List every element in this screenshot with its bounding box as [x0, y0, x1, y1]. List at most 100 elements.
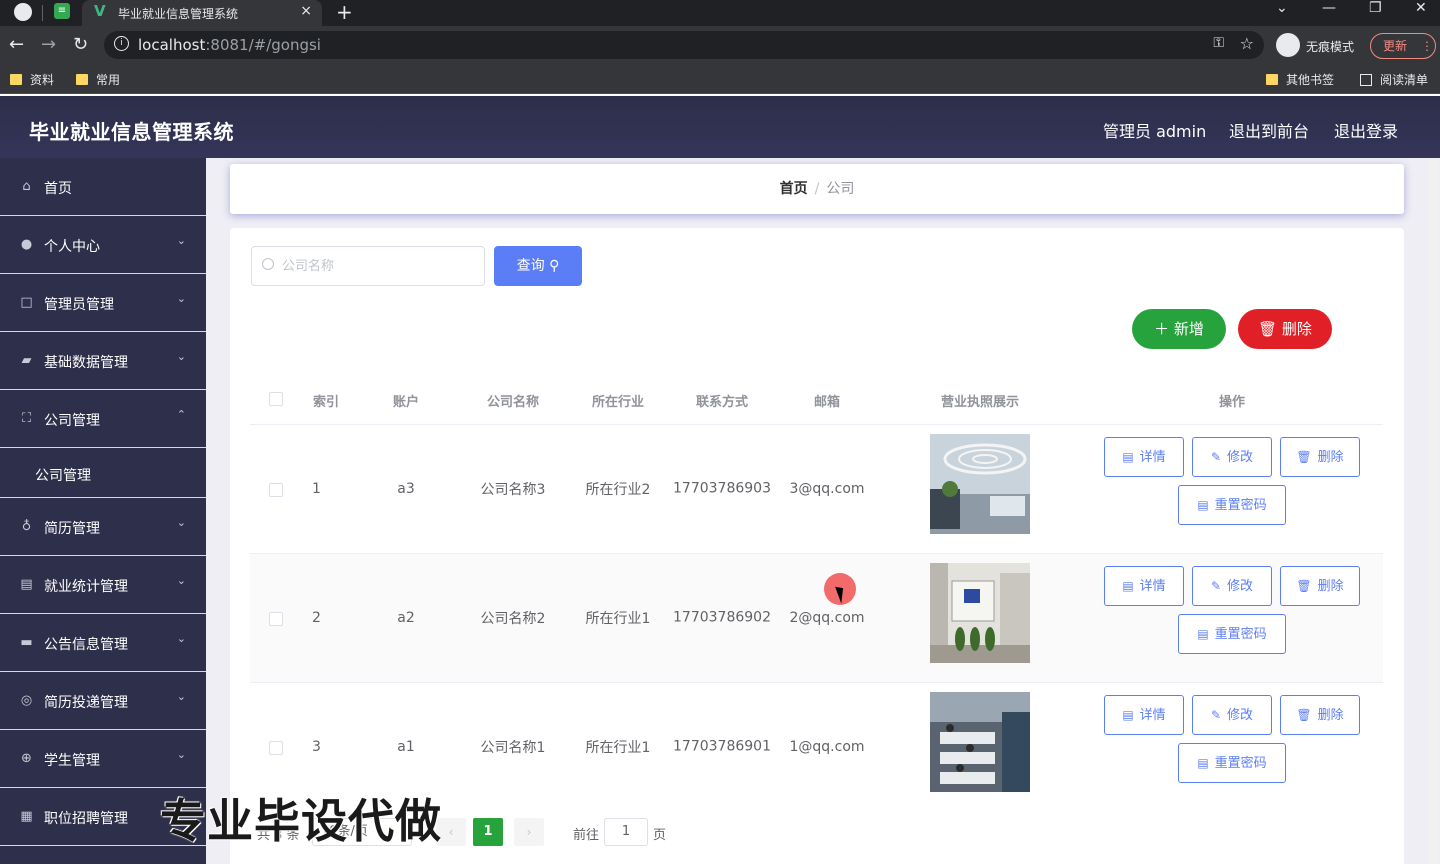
- sidebar-item-label: 简历投递管理: [44, 695, 128, 711]
- detail-button[interactable]: ▤ 详情: [1104, 566, 1184, 606]
- tab-search-icon[interactable]: ⌄: [1276, 0, 1288, 16]
- content-panel: 查询 ⚲ ＋ 新增 🗑 删除 索引 账户 公司名称 所在行业 联系方式 邮箱 营…: [230, 228, 1404, 868]
- back-to-front-link[interactable]: 退出到前台: [1229, 118, 1309, 142]
- site-info-icon[interactable]: i: [114, 36, 129, 51]
- edit-button[interactable]: ✎ 修改: [1192, 566, 1272, 606]
- breadcrumb-home[interactable]: 首页: [780, 181, 808, 197]
- column-header-email: 邮箱: [813, 395, 841, 410]
- tab-title: 毕业就业信息管理系统: [118, 7, 239, 21]
- license-image[interactable]: [930, 563, 1030, 663]
- page-number-current[interactable]: 1: [473, 818, 503, 846]
- column-header-license: 营业执照展示: [940, 395, 1020, 410]
- browser-menu-icon[interactable]: [14, 3, 32, 21]
- update-button[interactable]: 更新 ⋮: [1370, 33, 1436, 59]
- page-unit-label: 页: [653, 828, 667, 843]
- forward-icon[interactable]: →: [41, 34, 56, 55]
- cell-account: a3: [397, 481, 415, 497]
- add-button[interactable]: ＋ 新增: [1132, 309, 1226, 349]
- url-text: localhost:8081/#/gongsi: [138, 36, 321, 54]
- row-checkbox[interactable]: [269, 741, 283, 755]
- delete-label: 删除: [1317, 579, 1344, 594]
- reload-icon[interactable]: ↻: [73, 34, 88, 55]
- cell-company-name: 公司名称1: [480, 740, 546, 756]
- bookmark-star-icon[interactable]: ☆: [1240, 34, 1254, 53]
- chevron-down-icon: ⌄: [176, 748, 186, 761]
- delete-label: 删除: [1317, 708, 1344, 723]
- restore-icon[interactable]: ❐: [1369, 0, 1382, 16]
- sidebar-item-label: 基础数据管理: [44, 355, 128, 371]
- cell-index: 3: [312, 739, 321, 755]
- reset-password-button[interactable]: ▤ 重置密码: [1178, 485, 1286, 525]
- document-icon: ▤: [1122, 450, 1134, 464]
- browser-tab-active[interactable]: V 毕业就业信息管理系统 ×: [82, 0, 322, 26]
- goto-page-input[interactable]: 1: [604, 818, 648, 846]
- cell-email: 2@qq.com: [789, 610, 865, 626]
- sidebar-item-label: 个人中心: [44, 239, 100, 255]
- sidebar-item-resume-delivery[interactable]: ◎ 简历投递管理 ⌄: [0, 672, 206, 730]
- address-bar[interactable]: i localhost:8081/#/gongsi ⚿ ☆: [104, 31, 1264, 59]
- sidebar-item-resume[interactable]: ♁ 简历管理 ⌄: [0, 498, 206, 556]
- sidebar-item-announcements[interactable]: ▬ 公告信息管理 ⌄: [0, 614, 206, 672]
- select-all-checkbox[interactable]: [269, 392, 283, 406]
- sidebar-item-profile[interactable]: ● 个人中心 ⌄: [0, 216, 206, 274]
- detail-button[interactable]: ▤ 详情: [1104, 695, 1184, 735]
- column-header-industry: 所在行业: [591, 395, 645, 410]
- row-checkbox[interactable]: [269, 612, 283, 626]
- other-bookmarks[interactable]: 其他书签: [1266, 71, 1334, 88]
- app-tab-icon[interactable]: ≡: [54, 3, 70, 19]
- cell-phone: 17703786902: [673, 609, 771, 626]
- column-header-account: 账户: [392, 395, 420, 410]
- sidebar-item-home[interactable]: ⌂ 首页: [0, 158, 206, 216]
- chevron-down-icon: ⌄: [176, 350, 186, 363]
- tab-close-icon[interactable]: ×: [300, 3, 312, 19]
- document-icon: ▤: [20, 577, 33, 592]
- page-scrollbar[interactable]: [1428, 160, 1438, 864]
- goto-label: 前往: [573, 828, 600, 843]
- edit-button[interactable]: ✎ 修改: [1192, 695, 1272, 735]
- delete-button[interactable]: 🗑 删除: [1280, 566, 1360, 606]
- reset-password-button[interactable]: ▤ 重置密码: [1178, 614, 1286, 654]
- bookmark-folder-ziliao[interactable]: 资料: [10, 71, 54, 88]
- sidebar-item-admins[interactable]: □ 管理员管理 ⌄: [0, 274, 206, 332]
- folder-icon: [1266, 74, 1278, 85]
- next-page-button[interactable]: ›: [514, 818, 544, 846]
- new-tab-button[interactable]: +: [336, 0, 353, 24]
- detail-button[interactable]: ▤ 详情: [1104, 437, 1184, 477]
- reset-password-button[interactable]: ▤ 重置密码: [1178, 743, 1286, 783]
- sidebar-item-students[interactable]: ⊕ 学生管理 ⌄: [0, 730, 206, 788]
- sidebar-item-basic-data[interactable]: ▰ 基础数据管理 ⌄: [0, 332, 206, 390]
- column-header-actions: 操作: [1218, 395, 1246, 410]
- sidebar-subitem-company-manage[interactable]: 公司管理: [0, 448, 206, 498]
- detail-label: 详情: [1139, 450, 1166, 465]
- reset-password-label: 重置密码: [1214, 498, 1267, 513]
- bookmark-folder-changyong[interactable]: 常用: [76, 71, 120, 88]
- edit-label: 修改: [1227, 450, 1254, 465]
- query-button[interactable]: 查询 ⚲: [494, 246, 582, 286]
- delete-button[interactable]: 🗑 删除: [1280, 437, 1360, 477]
- logout-link[interactable]: 退出登录: [1334, 118, 1398, 142]
- row-checkbox[interactable]: [269, 483, 283, 497]
- cell-industry: 所在行业2: [585, 482, 651, 498]
- edit-button[interactable]: ✎ 修改: [1192, 437, 1272, 477]
- document-icon: ▤: [1197, 498, 1209, 512]
- company-name-search[interactable]: [251, 246, 485, 286]
- license-image[interactable]: [930, 692, 1030, 792]
- reading-list[interactable]: 阅读清单: [1360, 71, 1428, 88]
- frame-icon: □: [20, 295, 33, 310]
- key-icon[interactable]: ⚿: [1213, 35, 1224, 51]
- minimize-icon[interactable]: —: [1322, 0, 1336, 16]
- window-close-icon[interactable]: ✕: [1415, 0, 1427, 16]
- user-icon: ●: [20, 237, 33, 252]
- batch-delete-button[interactable]: 🗑 删除: [1238, 309, 1332, 349]
- cell-index: 1: [312, 481, 321, 497]
- sidebar-item-company[interactable]: ⛶ 公司管理 ⌃: [0, 390, 206, 448]
- chevron-down-icon: ⌄: [176, 690, 186, 703]
- delete-button[interactable]: 🗑 删除: [1280, 695, 1360, 735]
- back-icon[interactable]: ←: [9, 34, 24, 55]
- license-image[interactable]: [930, 434, 1030, 534]
- search-input[interactable]: [282, 256, 472, 276]
- cell-phone: 17703786901: [673, 738, 771, 755]
- trash-icon: 🗑: [1296, 579, 1312, 593]
- chevron-down-icon: ⌄: [176, 292, 186, 305]
- sidebar-item-employment-stats[interactable]: ▤ 就业统计管理 ⌄: [0, 556, 206, 614]
